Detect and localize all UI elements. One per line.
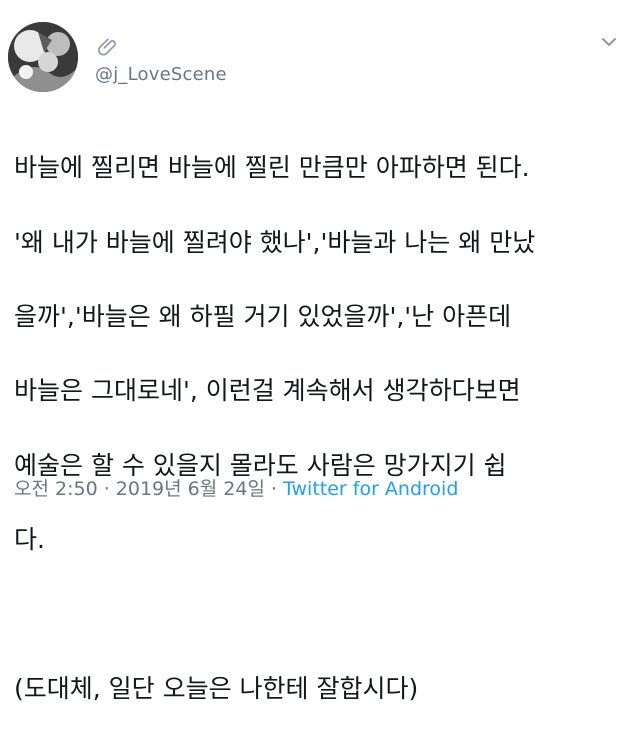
tweet-text-line: (도대체, 일단 오늘은 나한테 잘합시다): [14, 674, 419, 704]
tweet-text-line: 바늘에 찔리면 바늘에 찔린 만큼만 아파하면 된다.: [14, 153, 530, 183]
avatar[interactable]: [8, 22, 78, 92]
tweet-text-blank: [14, 596, 626, 633]
tweet-text-line: 다.: [14, 525, 45, 555]
paperclip-icon: [97, 36, 119, 58]
user-info: @j_LoveScene: [95, 36, 227, 85]
tweet-text-line: '왜 내가 바늘에 찔려야 했나','바늘과 나는 왜 만났: [14, 227, 536, 257]
avatar-image: [8, 22, 78, 92]
tweet-text-line: 을까','바늘은 왜 하필 거기 있었을까','난 아픈데: [14, 302, 512, 332]
chevron-down-icon[interactable]: [600, 34, 618, 48]
source-link[interactable]: Twitter for Android: [283, 478, 458, 500]
tweet-text: 바늘에 찔리면 바늘에 찔린 만큼만 아파하면 된다. '왜 내가 바늘에 찔려…: [14, 112, 626, 744]
tweet-card: @j_LoveScene 바늘에 찔리면 바늘에 찔린 만큼만 아파하면 된다.…: [0, 0, 635, 703]
tweet-meta: 오전 2:50 · 2019년 6월 24일 · Twitter for And…: [14, 474, 458, 501]
timestamp[interactable]: 오전 2:50 · 2019년 6월 24일 ·: [14, 478, 283, 500]
tweet-text-line: 바늘은 그대로네', 이런걸 계속해서 생각하다보면: [14, 376, 521, 406]
user-handle[interactable]: @j_LoveScene: [95, 64, 227, 85]
